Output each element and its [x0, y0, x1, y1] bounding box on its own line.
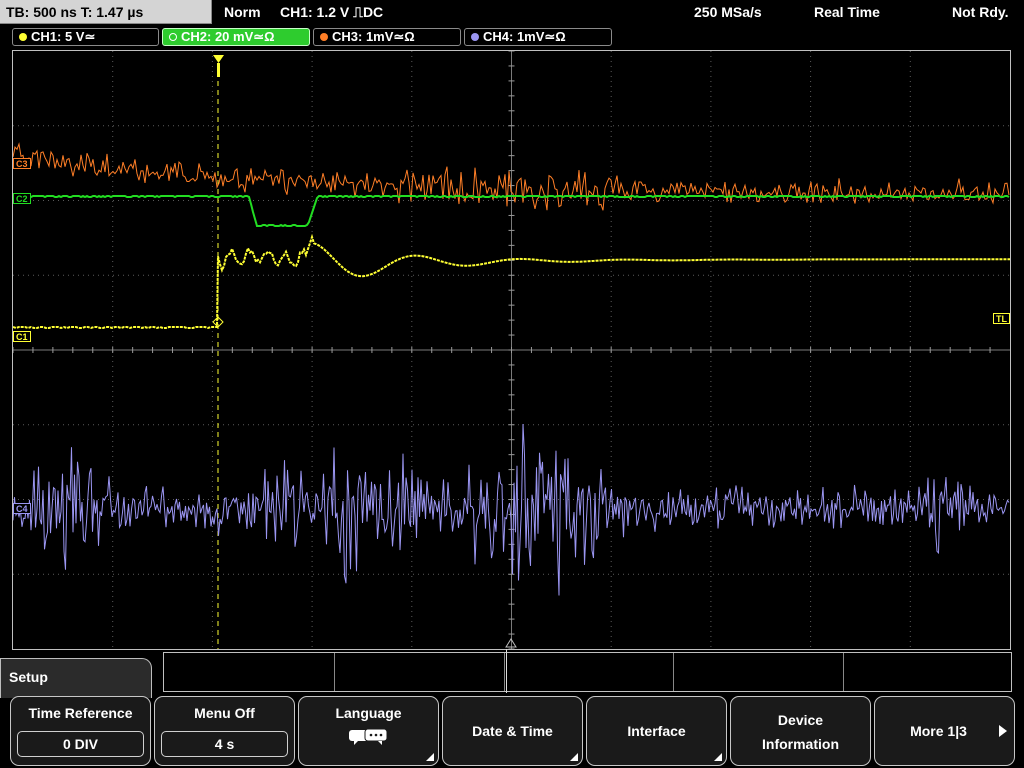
- trigger-level-marker[interactable]: TL: [993, 313, 1010, 324]
- zoom-overview-strip: [163, 649, 1012, 693]
- trigger-mode[interactable]: Norm: [224, 0, 261, 24]
- strip-cursor: [506, 649, 507, 693]
- ch2-color-dot-icon: [169, 33, 177, 41]
- interface-button[interactable]: Interface: [586, 696, 727, 766]
- strip-divider: [673, 653, 674, 691]
- more-button[interactable]: More 1|3: [874, 696, 1015, 766]
- speech-bubbles-icon: [349, 728, 388, 745]
- time-reference-button[interactable]: Time Reference 0 DIV: [10, 696, 151, 766]
- acquisition-state: Not Rdy.: [952, 4, 1009, 20]
- ch2-label: CH2: 20 mV≃Ω: [181, 29, 275, 44]
- strip-divider: [504, 653, 505, 691]
- trigger-info[interactable]: CH1: 1.2 V ⎍DC: [280, 0, 383, 24]
- trigger-position-stem-icon: [217, 63, 220, 77]
- ch4-label: CH4: 1mV≃Ω: [483, 29, 566, 44]
- strip-divider: [843, 653, 844, 691]
- more-label: More 1|3: [910, 723, 967, 739]
- device-information-label-line2: Information: [762, 736, 839, 752]
- time-reference-value[interactable]: 0 DIV: [17, 731, 144, 757]
- status-bar: TB: 500 ns T: 1.47 µs Norm CH1: 1.2 V ⎍D…: [0, 0, 1024, 26]
- trigger-position-arrow-icon[interactable]: [213, 55, 224, 63]
- ch1-label: CH1: 5 V≃: [31, 29, 96, 44]
- menu-title: Setup: [0, 658, 152, 698]
- submenu-corner-icon: [426, 753, 434, 761]
- timebase-readout[interactable]: TB: 500 ns T: 1.47 µs: [0, 0, 212, 24]
- date-time-button[interactable]: Date & Time: [442, 696, 583, 766]
- ch1-ground-marker[interactable]: C1: [13, 331, 31, 342]
- waveform-display[interactable]: C2 C3 C1 C4 TL: [12, 50, 1011, 650]
- time-reference-label: Time Reference: [28, 705, 133, 721]
- ch3-color-dot-icon: [320, 33, 328, 41]
- language-button[interactable]: Language: [298, 696, 439, 766]
- ch3-ground-marker[interactable]: C3: [13, 158, 31, 169]
- strip-divider: [334, 653, 335, 691]
- ch3-label: CH3: 1mV≃Ω: [332, 29, 415, 44]
- ch4-ground-marker[interactable]: C4: [13, 503, 31, 514]
- channel-4-tab[interactable]: CH4: 1mV≃Ω: [464, 28, 612, 46]
- acquisition-mode: Real Time: [814, 4, 880, 20]
- submenu-corner-icon: [570, 753, 578, 761]
- ch2-ground-marker[interactable]: C2: [13, 193, 31, 204]
- channel-2-tab[interactable]: CH2: 20 mV≃Ω: [162, 28, 310, 46]
- ch1-color-dot-icon: [19, 33, 27, 41]
- submenu-corner-icon: [714, 753, 722, 761]
- menu-off-value[interactable]: 4 s: [161, 731, 288, 757]
- channel-1-tab[interactable]: CH1: 5 V≃: [12, 28, 159, 46]
- language-label: Language: [335, 705, 402, 721]
- interface-label: Interface: [627, 723, 686, 739]
- next-page-arrow-icon: [999, 725, 1007, 737]
- channel-3-tab[interactable]: CH3: 1mV≃Ω: [313, 28, 461, 46]
- date-time-label: Date & Time: [472, 723, 553, 739]
- device-information-label-line1: Device: [777, 712, 824, 728]
- sample-rate: 250 MSa/s: [694, 4, 762, 20]
- menu-off-button[interactable]: Menu Off 4 s: [154, 696, 295, 766]
- device-information-button[interactable]: Device Information: [730, 696, 871, 766]
- ch4-color-dot-icon: [471, 33, 479, 41]
- menu-off-label: Menu Off: [194, 705, 255, 721]
